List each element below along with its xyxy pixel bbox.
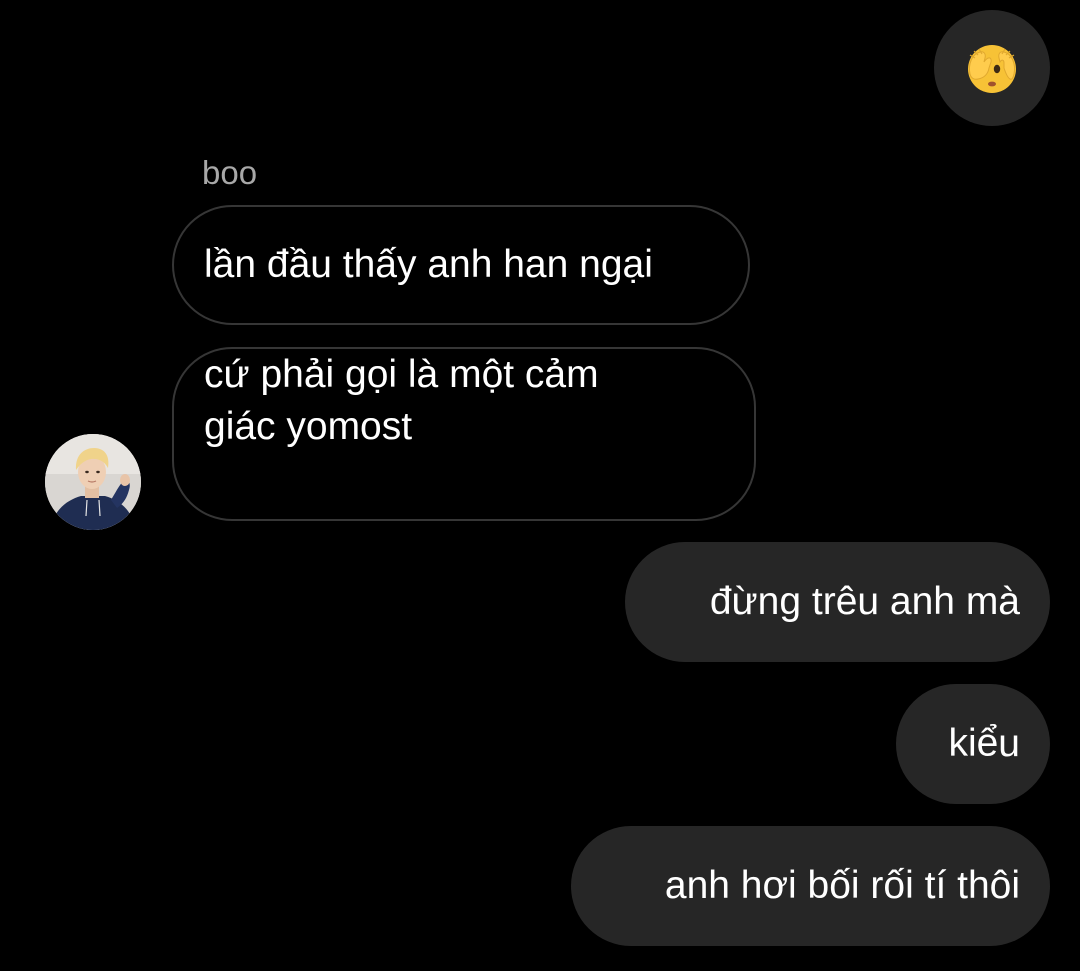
message-text: đừng trêu anh mà xyxy=(709,580,1020,623)
message-text: kiểu xyxy=(948,722,1020,765)
incoming-message[interactable]: cứ phải gọi là một cảm giác yomost xyxy=(172,347,756,521)
contact-avatar-photo-icon xyxy=(45,434,141,530)
see-no-evil-face-icon xyxy=(968,45,1016,93)
outgoing-message[interactable]: đừng trêu anh mà xyxy=(625,542,1050,662)
message-text-line: giác yomost xyxy=(204,405,413,448)
outgoing-message[interactable]: kiểu xyxy=(896,684,1050,804)
contact-avatar[interactable] xyxy=(45,434,141,530)
outgoing-message[interactable]: anh hơi bối rối tí thôi xyxy=(571,826,1050,946)
sent-emoji-message[interactable] xyxy=(934,10,1050,126)
message-text: lần đầu thấy anh han ngại xyxy=(204,243,653,286)
message-text: anh hơi bối rối tí thôi xyxy=(664,864,1020,907)
message-text-line: cứ phải gọi là một cảm xyxy=(204,353,599,396)
incoming-message[interactable]: lần đầu thấy anh han ngại xyxy=(172,205,750,325)
sender-name: boo xyxy=(202,154,258,191)
